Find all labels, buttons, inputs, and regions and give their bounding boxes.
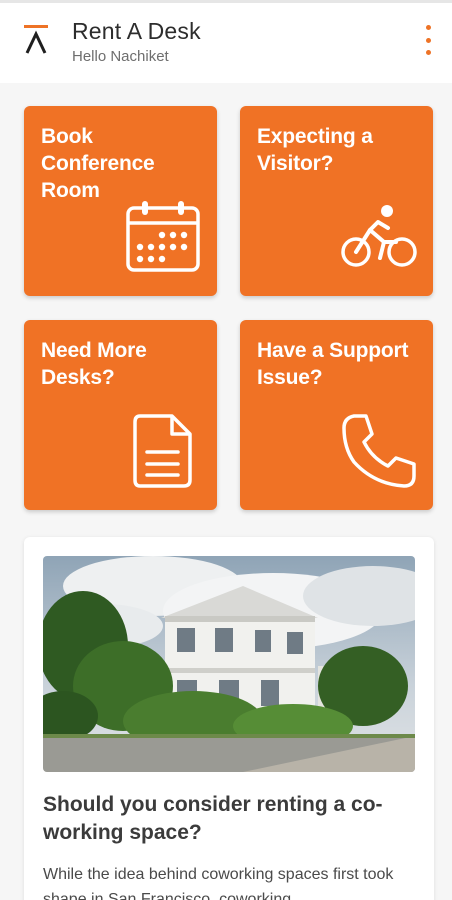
article-image [43, 556, 415, 772]
tile-label: Expecting a Visitor? [257, 125, 373, 175]
article-card[interactable]: Should you consider renting a co-working… [24, 537, 434, 900]
phone-icon [342, 414, 416, 488]
greeting-text: Hello Nachiket [72, 48, 169, 65]
app-title: Rent A Desk [72, 18, 201, 44]
expecting-visitor-tile[interactable]: Expecting a Visitor? [240, 106, 433, 296]
article-excerpt: While the idea behind coworking spaces f… [43, 866, 394, 900]
need-more-desks-tile[interactable]: Need More Desks? [24, 320, 217, 510]
support-issue-tile[interactable]: Have a Support Issue? [240, 320, 433, 510]
article-title: Should you consider renting a co-working… [43, 793, 383, 844]
bicycle-icon [341, 205, 417, 267]
calendar-icon [126, 201, 200, 272]
document-icon [133, 414, 192, 488]
app-header: Rent A Desk Hello Nachiket [0, 3, 452, 83]
tile-label: Book Conference Room [41, 125, 155, 202]
overflow-vertical-icon[interactable] [418, 23, 438, 57]
book-conference-room-tile[interactable]: Book Conference Room [24, 106, 217, 296]
caret-up-logo-icon [24, 25, 48, 54]
tile-label: Have a Support Issue? [257, 339, 409, 389]
tile-label: Need More Desks? [41, 339, 147, 389]
